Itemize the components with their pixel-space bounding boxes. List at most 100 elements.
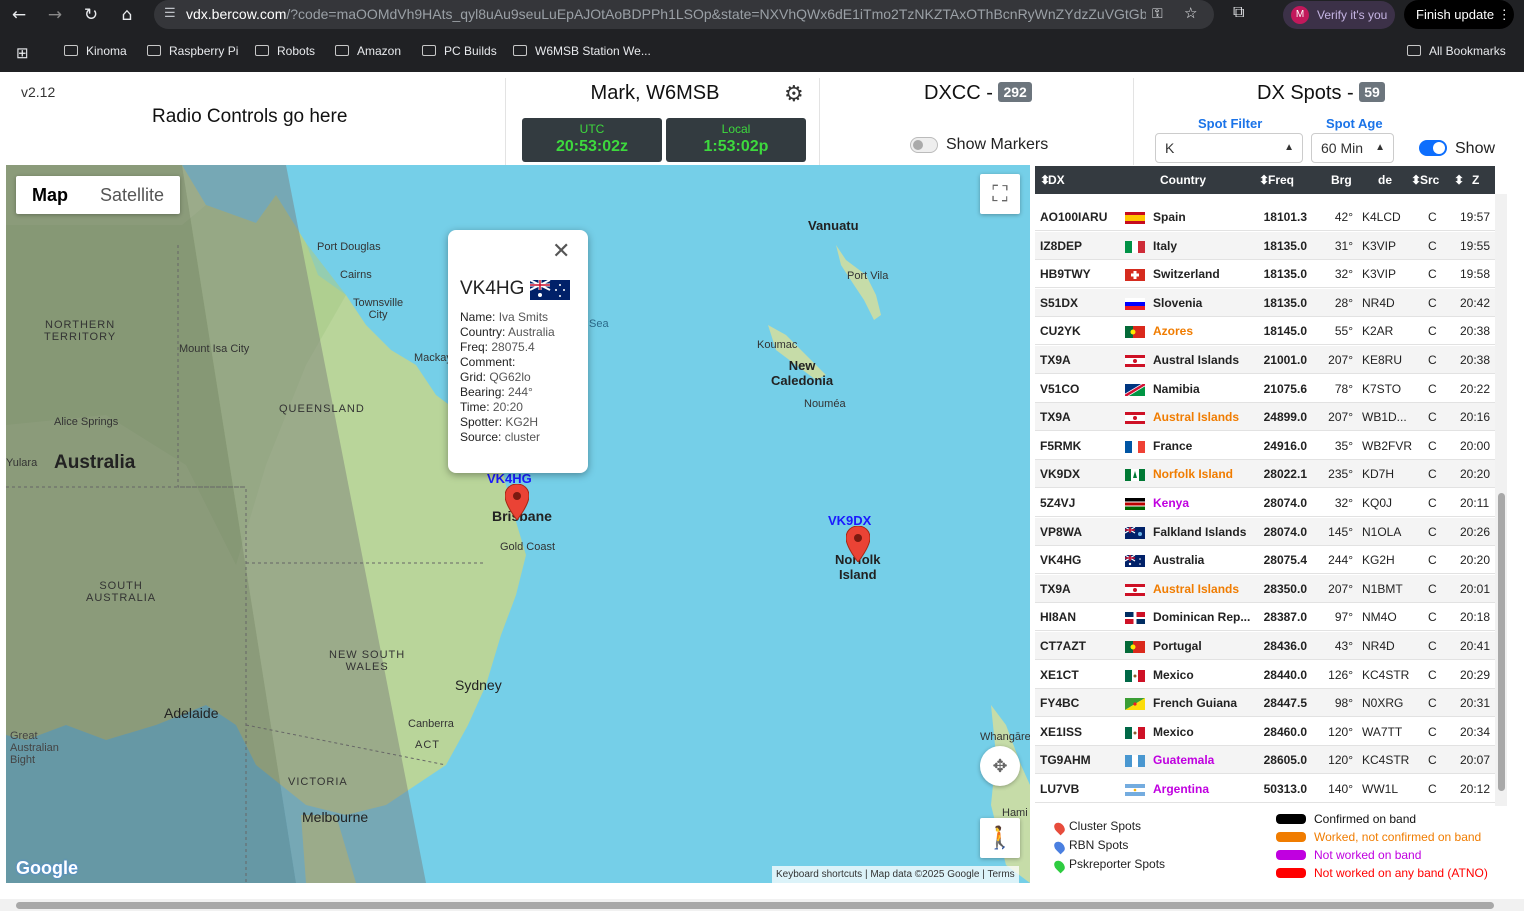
bookmark-folder[interactable]: Amazon	[335, 37, 401, 65]
table-row[interactable]: LU7VB Argentina 50313.0 140° WW1L C 20:12	[1035, 775, 1495, 803]
table-row[interactable]: V51CO Namibia 21075.6 78° K7STO C 20:22	[1035, 375, 1495, 403]
map-label: Vanuatu	[808, 218, 859, 233]
bearing-cell: 32°	[1334, 496, 1353, 510]
country-cell: Azores	[1153, 324, 1194, 339]
popup-line: Name: Iva Smits	[460, 310, 555, 325]
map-label: ACT	[415, 739, 440, 751]
spotter-cell: K7STO	[1362, 381, 1402, 396]
table-row[interactable]: AO100IARU Spain 18101.3 42° K4LCD C 19:57	[1035, 203, 1495, 231]
table-row[interactable]: HI8AN Dominican Rep... 28387.0 97° NM4O C 20:1…	[1035, 603, 1495, 632]
spotter-cell: KG2H	[1362, 553, 1395, 568]
address-bar[interactable]: ☰ vdx.bercow.com/?code=maOOMdVh9HAts_qyl…	[154, 0, 1214, 29]
bookmark-folder[interactable]: PC Builds	[422, 37, 497, 65]
header-z[interactable]: Z	[1472, 173, 1479, 187]
utc-label: UTC	[579, 122, 605, 136]
header-de[interactable]: de	[1378, 173, 1392, 187]
bookmark-label: Raspberry Pi	[169, 44, 239, 58]
extensions-icon[interactable]: ⧉	[1233, 4, 1244, 22]
header-src[interactable]: Src	[1420, 173, 1439, 187]
verify-chip[interactable]: M Verify it's you	[1283, 1, 1395, 29]
time-cell: 20:34	[1460, 724, 1491, 739]
map-marker-vk9dx[interactable]	[846, 526, 870, 562]
map-tab[interactable]: Map	[16, 176, 84, 214]
bookmark-folder[interactable]: W6MSB Station We...	[513, 37, 651, 65]
freq-cell: 18135.0	[1263, 267, 1307, 282]
reload-icon[interactable]: ↻	[80, 4, 102, 26]
close-icon[interactable]: ✕	[552, 238, 570, 264]
table-row[interactable]: CU2YK Azores 18145.0 55° K2AR C 20:38	[1035, 317, 1495, 346]
table-row[interactable]: FY4BC French Guiana 28447.5 98° N0XRG C 20:31	[1035, 689, 1495, 718]
site-info-icon[interactable]: ☰	[164, 5, 176, 21]
table-scrollbar-thumb[interactable]	[1498, 493, 1505, 791]
popup-line: Source: cluster	[460, 430, 555, 445]
table-row[interactable]: TG9AHM Guatemala 28605.0 120° KC4STR C 20:07	[1035, 746, 1495, 775]
bookmark-folder[interactable]: Raspberry Pi	[147, 37, 238, 65]
table-row[interactable]: XE1CT Mexico 28440.0 126° KC4STR C 20:29	[1035, 661, 1495, 689]
table-row[interactable]: TX9A Austral Islands 21001.0 207° KE8RU C 20:3…	[1035, 346, 1495, 374]
select-arrows-icon: ▲	[1375, 142, 1385, 153]
country-flag-icon	[1125, 212, 1145, 224]
table-row[interactable]: TX9A Austral Islands 24899.0 207° WB1D... C 20…	[1035, 403, 1495, 432]
source-cell: C	[1428, 553, 1437, 568]
url-text[interactable]: vdx.bercow.com/?code=maOOMdVh9HAts_qyl8u…	[186, 6, 1146, 22]
header-dx[interactable]: DX	[1048, 173, 1065, 187]
time-cell: 20:11	[1460, 496, 1490, 510]
country-flag-icon	[1125, 784, 1145, 796]
map-label: VICTORIA	[288, 776, 348, 788]
time-cell: 19:57	[1460, 210, 1491, 224]
bookmark-folder[interactable]: Kinoma	[64, 37, 127, 65]
dx-cell: XE1ISS	[1040, 724, 1083, 739]
table-row[interactable]: VP8WA Falkland Islands 28074.0 145° N1OLA C 20…	[1035, 517, 1495, 546]
satellite-tab[interactable]: Satellite	[84, 176, 180, 214]
bearing-cell: 98°	[1334, 696, 1353, 711]
table-row[interactable]: VK9DX Norfolk Island 28022.1 235° KD7H C 20:20	[1035, 460, 1495, 489]
popup-key: Time:	[460, 400, 493, 414]
freq-cell: 50313.0	[1263, 782, 1307, 796]
table-row[interactable]: HB9TWY Switzerland 18135.0 32° K3VIP C 19:58	[1035, 260, 1495, 289]
bearing-cell: 207°	[1328, 353, 1353, 367]
bookmark-star-icon[interactable]: ☆	[1184, 4, 1197, 22]
back-icon[interactable]: ←	[8, 4, 30, 26]
country-flag-icon	[1125, 726, 1145, 739]
street-view-pegman-icon[interactable]: 🚶	[980, 818, 1020, 858]
keyboard-shortcuts-link[interactable]: Keyboard shortcuts	[776, 869, 862, 880]
spot-age-select[interactable]: 60 Min ▲	[1311, 133, 1394, 163]
country-flag-icon	[1125, 412, 1145, 425]
table-row[interactable]: TX9A Austral Islands 28350.0 207° N1BMT C 20:0…	[1035, 574, 1495, 603]
table-row[interactable]: F5RMK France 24916.0 35° WB2FVR C 20:00	[1035, 432, 1495, 460]
source-cell: C	[1428, 353, 1437, 367]
spotter-cell: KC4STR	[1362, 753, 1410, 768]
table-row[interactable]: XE1ISS Mexico 28460.0 120° WA7TT C 20:34	[1035, 718, 1495, 746]
bearing-cell: 120°	[1328, 753, 1353, 768]
spot-filter-select[interactable]: K ▲	[1155, 133, 1303, 163]
bearing-cell: 28°	[1334, 295, 1353, 310]
terms-link[interactable]: Terms	[987, 869, 1014, 880]
spotter-cell: NR4D	[1362, 295, 1395, 310]
header-freq[interactable]: Freq	[1268, 173, 1294, 187]
show-markers-toggle[interactable]	[910, 137, 938, 153]
map-view[interactable]: Port Douglas Cairns Townsville City NORT…	[6, 165, 1030, 883]
gear-icon[interactable]: ⚙	[784, 83, 804, 105]
map-marker-vk4hg[interactable]	[505, 484, 529, 520]
header-country[interactable]: Country	[1160, 173, 1206, 187]
table-row[interactable]: IZ8DEP Italy 18135.0 31° K3VIP C 19:55	[1035, 231, 1495, 260]
time-cell: 19:58	[1460, 267, 1491, 282]
source-cell: C	[1428, 381, 1437, 396]
table-row[interactable]: S51DX Slovenia 18135.0 28° NR4D C 20:42	[1035, 288, 1495, 317]
bookmark-folder[interactable]: Robots	[255, 37, 315, 65]
forward-icon[interactable]: →	[44, 4, 66, 26]
table-row[interactable]: VK4HG Australia 28075.4 244° KG2H C 20:20	[1035, 546, 1495, 575]
finish-update-button[interactable]: Finish update ⋮	[1404, 0, 1514, 29]
country-cell: Guatemala	[1153, 753, 1215, 768]
table-row[interactable]: CT7AZT Portugal 28436.0 43° NR4D C 20:41	[1035, 632, 1495, 660]
show-spots-toggle[interactable]	[1419, 140, 1447, 156]
country-cell: Switzerland	[1153, 267, 1220, 282]
page-scrollbar-thumb[interactable]	[16, 902, 1494, 909]
header-brg[interactable]: Brg	[1331, 173, 1352, 187]
home-icon[interactable]: ⌂	[116, 4, 138, 26]
fullscreen-icon[interactable]: ⛶	[980, 174, 1020, 214]
password-key-icon[interactable]: ⚿	[1152, 5, 1163, 22]
camera-control-icon[interactable]: ✥	[980, 746, 1020, 786]
all-bookmarks[interactable]: All Bookmarks	[1407, 37, 1506, 65]
table-row[interactable]: 5Z4VJ Kenya 28074.0 32° KQ0J C 20:11	[1035, 489, 1495, 517]
